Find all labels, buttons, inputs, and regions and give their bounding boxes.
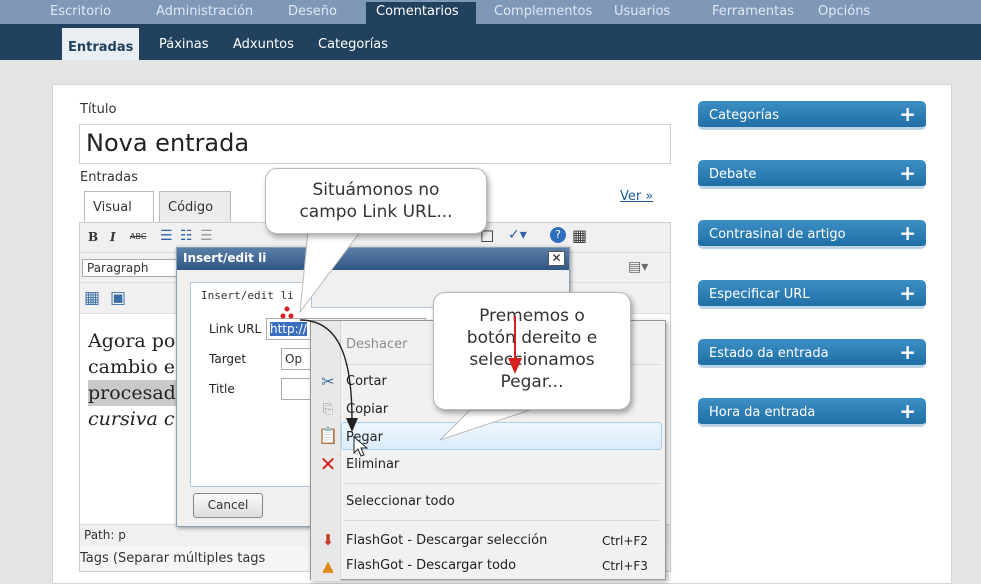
menu-item-seleccionar-todo[interactable]: Seleccionar todo [346,494,455,509]
tab-administracion[interactable]: Administración [146,2,263,24]
strikethrough-icon[interactable]: ABC [130,232,146,241]
tab-comentarios[interactable]: Comentarios [366,2,476,24]
callout-line: Prememos o [479,306,585,326]
bullet-list-icon[interactable]: ☰ [160,228,173,244]
paste-icon: 📋 [318,426,338,445]
menu-shortcut: Ctrl+F3 [602,559,648,573]
tab-ferramentas[interactable]: Ferramentas [702,2,804,24]
subnav-adxuntos[interactable]: Adxuntos [233,24,294,60]
callout-first: Situámonos no campo Link URL... [265,168,487,234]
sidebar-box-debate[interactable]: Debate + [698,160,926,189]
callout-line: Situámonos no [312,180,440,200]
tab-visual[interactable]: Visual [84,191,154,223]
close-icon[interactable]: ✕ [548,251,565,266]
menu-separator [344,483,660,484]
callout-line: seleccionamos [469,350,595,370]
content-line-3: procesad [88,380,176,406]
plus-icon[interactable]: + [899,220,916,246]
sub-navigation: Entradas Páxinas Adxuntos Categorías [0,24,981,60]
red-arrow-icon [508,316,522,374]
sidebar-box-label: Hora da entrada [709,405,816,420]
top-navigation: Escritorio Administración Deseño Comenta… [0,0,981,24]
kitchen-sink-icon[interactable]: ▦ [572,226,587,245]
menu-item-flashgot-seleccion[interactable]: FlashGot - Descargar selección [346,533,547,548]
callout-line: Pegar... [500,372,564,392]
sidebar-box-label: Estado da entrada [709,346,829,361]
help-icon[interactable]: ? [550,227,566,243]
target-label: Target [209,352,247,366]
tab-opcions[interactable]: Opcións [808,2,880,24]
sidebar-box-label: Especificar URL [709,287,810,302]
menu-item-flashgot-todo[interactable]: FlashGot - Descargar todo [346,558,516,573]
tab-usuarios[interactable]: Usuarios [604,2,680,24]
menu-highlight [341,422,662,450]
subnav-entradas[interactable]: Entradas [62,28,140,60]
menu-shortcut: Ctrl+F2 [602,534,648,548]
subnav-paxinas[interactable]: Páxinas [159,24,209,60]
sidebar-box-estado[interactable]: Estado da entrada + [698,339,926,368]
format-select[interactable]: Paragraph [82,259,178,277]
dialog-title: Insert/edit li [177,248,569,270]
subnav-categorias[interactable]: Categorías [318,24,388,60]
scissors-icon: ✂ [321,372,335,391]
delete-icon: ✕ [319,452,337,476]
copy-icon: ⎘ [322,402,334,417]
blockquote-icon[interactable]: ☰ [200,228,213,244]
dialog-tab[interactable]: Insert/edit li [190,282,312,308]
spellcheck-icon[interactable]: ✓▾ [508,227,527,243]
tab-complementos[interactable]: Complementos [484,2,602,24]
sidebar-box-label: Categorías [709,108,780,123]
entries-label: Entradas [80,170,138,185]
callout-second: Prememos o botón dereito e seleccionamos… [433,292,631,410]
callout-line: botón dereito e [466,328,598,348]
sidebar-box-label: Debate [709,167,757,182]
view-link[interactable]: Ver » [620,189,653,204]
sidebar-box-especificar-url[interactable]: Especificar URL + [698,280,926,309]
flashgot-icon: ⬇ [321,531,335,549]
menu-item-deshacer[interactable]: Deshacer [346,337,407,352]
link-url-value: http:// [270,322,307,336]
mouse-pointer-icon [353,436,369,457]
link-url-label: Link URL [209,322,262,336]
title-field-label: Title [209,382,235,396]
title-label: Título [80,102,117,117]
bold-icon[interactable]: B [88,230,98,244]
sidebar-box-label: Contrasinal de artigo [709,227,846,242]
menu-item-eliminar[interactable]: Eliminar [346,457,399,472]
post-title-input[interactable]: Nova entrada [79,124,671,164]
paste-word-icon[interactable]: ▤▾ [628,259,648,275]
menu-item-copiar[interactable]: Copiar [346,402,388,417]
sidebar-box-contrasinal[interactable]: Contrasinal de artigo + [698,220,926,249]
content-line-2: cambio e [88,356,175,378]
flashgot-all-icon: ▲ [322,557,334,575]
table-icon[interactable]: ▦ [84,288,100,308]
plus-icon[interactable]: + [899,280,916,306]
sidebar-box-categorias[interactable]: Categorías + [698,101,926,130]
italic-icon[interactable]: I [110,230,116,244]
numbered-list-icon[interactable]: ☷ [180,228,193,244]
media-icon[interactable]: ▣ [110,288,126,308]
tab-deseno[interactable]: Deseño [278,2,347,24]
cancel-button[interactable]: Cancel [193,493,263,518]
tab-code[interactable]: Código [159,191,231,223]
callout-line: campo Link URL... [299,202,453,222]
tags-label: Tags (Separar múltiples tags [80,551,266,566]
menu-separator [344,520,660,521]
plus-icon[interactable]: + [899,398,916,424]
menu-item-cortar[interactable]: Cortar [346,374,387,389]
plus-icon[interactable]: + [899,101,916,127]
tab-escritorio[interactable]: Escritorio [40,2,121,24]
plus-icon[interactable]: + [899,160,916,186]
plus-icon[interactable]: + [899,339,916,365]
content-line-1: Agora po [88,330,176,352]
sidebar-box-hora[interactable]: Hora da entrada + [698,398,926,427]
content-line-4: cursiva c [88,408,175,430]
